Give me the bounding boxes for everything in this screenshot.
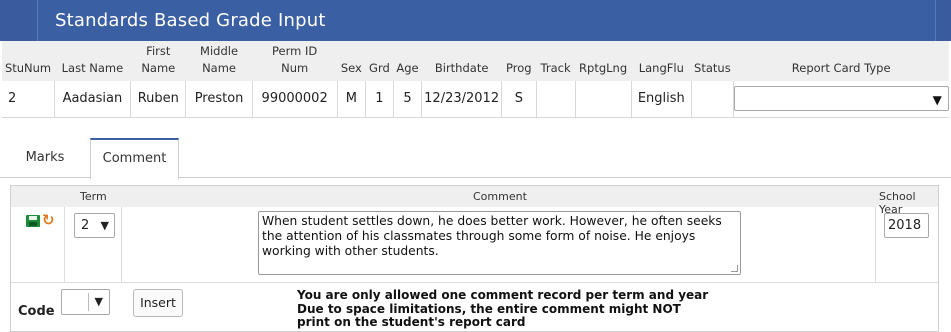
cell-birthdate: 12/23/2012 (421, 81, 502, 118)
table-row: 2 Aadasian Ruben Preston 99000002 M 1 5 … (2, 81, 949, 118)
column-divider (875, 207, 876, 283)
cell-age: 5 (393, 81, 423, 118)
header-age: Age (393, 41, 422, 81)
cell-middle-name: Preston (185, 81, 253, 118)
cell-stunum: 2 (2, 81, 55, 118)
header-perm-id: Perm ID Num (252, 41, 338, 81)
chevron-down-icon: ▼ (94, 295, 103, 308)
cell-perm-id: 99000002 (252, 81, 338, 118)
header-langflu: LangFlu (631, 41, 692, 81)
comment-text: When student settles down, he does bette… (262, 214, 722, 258)
title-bar: Standards Based Grade Input (0, 0, 951, 41)
notice-text: You are only allowed one comment record … (297, 288, 709, 330)
cell-rptglng (575, 81, 632, 118)
save-icon[interactable] (26, 215, 40, 227)
header-first-name: First Name (130, 41, 186, 81)
header-status: Status (691, 41, 734, 81)
title-bar-left-strip (0, 0, 38, 41)
tab-comment[interactable]: Comment (90, 138, 179, 179)
column-divider (64, 207, 65, 283)
cell-track (536, 81, 576, 118)
comment-row: ↻ 2 ▼ When student settles down, he does… (11, 207, 938, 283)
header-middle-name: Middle Name (185, 41, 253, 81)
chevron-down-icon: ▼ (100, 219, 109, 232)
cell-first-name: Ruben (130, 81, 187, 118)
report-card-type-select[interactable]: ▼ (733, 86, 949, 112)
comment-panel: Term Comment School Year ↻ 2 ▼ When stud… (10, 185, 939, 332)
code-label: Code (18, 304, 55, 319)
header-comment: Comment (473, 190, 527, 203)
select-divider (88, 293, 89, 311)
cell-report-card-type: ▼ (733, 81, 949, 118)
header-grd: Grd (365, 41, 394, 81)
header-sex: Sex (337, 41, 366, 81)
term-select[interactable]: 2 ▼ (74, 213, 115, 238)
cell-langflu: English (631, 81, 692, 118)
header-prog: Prog (501, 41, 537, 81)
student-table-header: StuNum Last Name First Name Middle Name … (2, 41, 949, 81)
resize-handle-icon[interactable] (731, 265, 738, 272)
cell-status (691, 81, 734, 118)
header-last-name: Last Name (54, 41, 131, 81)
cell-grd: 1 (365, 81, 394, 118)
tab-marks[interactable]: Marks (0, 138, 90, 178)
header-stunum: StuNum (2, 41, 55, 81)
cell-prog: S (501, 81, 537, 118)
header-term: Term (80, 190, 107, 203)
column-divider (121, 207, 122, 283)
page-title: Standards Based Grade Input (55, 10, 326, 31)
term-value: 2 (81, 218, 90, 233)
code-select[interactable]: ▼ (61, 289, 110, 315)
notice-line: Due to space limitations, the entire com… (297, 301, 681, 316)
school-year-input[interactable]: 2018 (884, 213, 929, 238)
header-rptglng: RptgLng (575, 41, 632, 81)
comment-textarea[interactable]: When student settles down, he does bette… (258, 211, 741, 275)
notice-line: print on the student's report card (297, 315, 526, 329)
student-table: StuNum Last Name First Name Middle Name … (2, 41, 949, 118)
insert-button[interactable]: Insert (133, 289, 183, 317)
comment-panel-header: Term Comment School Year (11, 186, 938, 216)
title-bar-right-strip (935, 0, 951, 41)
header-report-card-type: Report Card Type (733, 41, 949, 81)
cell-last-name: Aadasian (54, 81, 132, 118)
header-track: Track (536, 41, 575, 81)
undo-icon[interactable]: ↻ (42, 211, 55, 229)
header-birthdate: Birthdate (421, 41, 502, 81)
cell-sex: M (337, 81, 367, 118)
chevron-down-icon: ▼ (932, 93, 942, 108)
notice-line: You are only allowed one comment record … (297, 288, 709, 302)
